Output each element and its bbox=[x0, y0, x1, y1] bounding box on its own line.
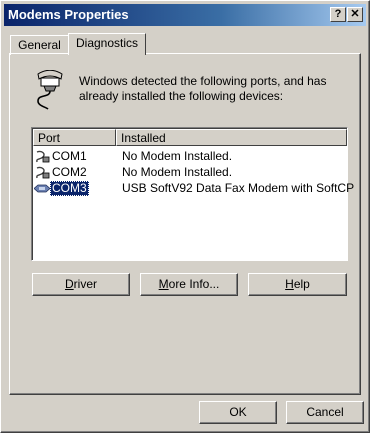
help-title-button[interactable]: ? bbox=[330, 7, 346, 22]
serial-port-icon bbox=[36, 150, 50, 163]
tab-general[interactable]: General bbox=[10, 35, 69, 55]
help-button[interactable]: Help bbox=[248, 273, 347, 296]
more-info-label: ore Info... bbox=[168, 277, 220, 291]
list-item[interactable]: COM3 USB SoftV92 Data Fax Modem with Sof… bbox=[34, 181, 354, 196]
serial-port-icon bbox=[36, 166, 50, 179]
window-title: Modems Properties bbox=[8, 7, 129, 22]
ports-list[interactable]: Port Installed COM1 No Modem Installed. … bbox=[31, 127, 354, 261]
installed-device: No Modem Installed. bbox=[122, 149, 233, 163]
installed-device: USB SoftV92 Data Fax Modem with SoftCP bbox=[122, 181, 355, 195]
list-item[interactable]: COM2 No Modem Installed. bbox=[34, 165, 346, 180]
close-title-button[interactable]: ✕ bbox=[347, 7, 363, 22]
modem-icon bbox=[37, 70, 63, 110]
column-header-installed[interactable]: Installed bbox=[116, 129, 347, 146]
port-name: COM3 bbox=[50, 181, 89, 196]
port-name: COM1 bbox=[52, 149, 87, 163]
more-info-accel: M bbox=[158, 277, 169, 291]
ok-button[interactable]: OK bbox=[199, 401, 277, 424]
driver-accel: D bbox=[64, 277, 74, 291]
tab-diagnostics[interactable]: Diagnostics bbox=[68, 33, 146, 55]
column-header-port[interactable]: Port bbox=[33, 129, 116, 146]
help-label: elp bbox=[293, 277, 310, 291]
port-name: COM2 bbox=[52, 165, 87, 179]
driver-label: river bbox=[73, 277, 97, 291]
cancel-button[interactable]: Cancel bbox=[286, 401, 364, 424]
list-item[interactable]: COM1 No Modem Installed. bbox=[34, 149, 346, 164]
installed-device: No Modem Installed. bbox=[122, 165, 233, 179]
driver-button[interactable]: Driver bbox=[32, 273, 130, 296]
usb-modem-icon bbox=[34, 184, 50, 193]
more-info-button[interactable]: More Info... bbox=[140, 273, 238, 296]
title-bar[interactable]: Modems Properties ? ✕ bbox=[4, 4, 366, 26]
info-text: Windows detected the following ports, an… bbox=[79, 74, 327, 103]
help-accel: H bbox=[285, 277, 294, 291]
